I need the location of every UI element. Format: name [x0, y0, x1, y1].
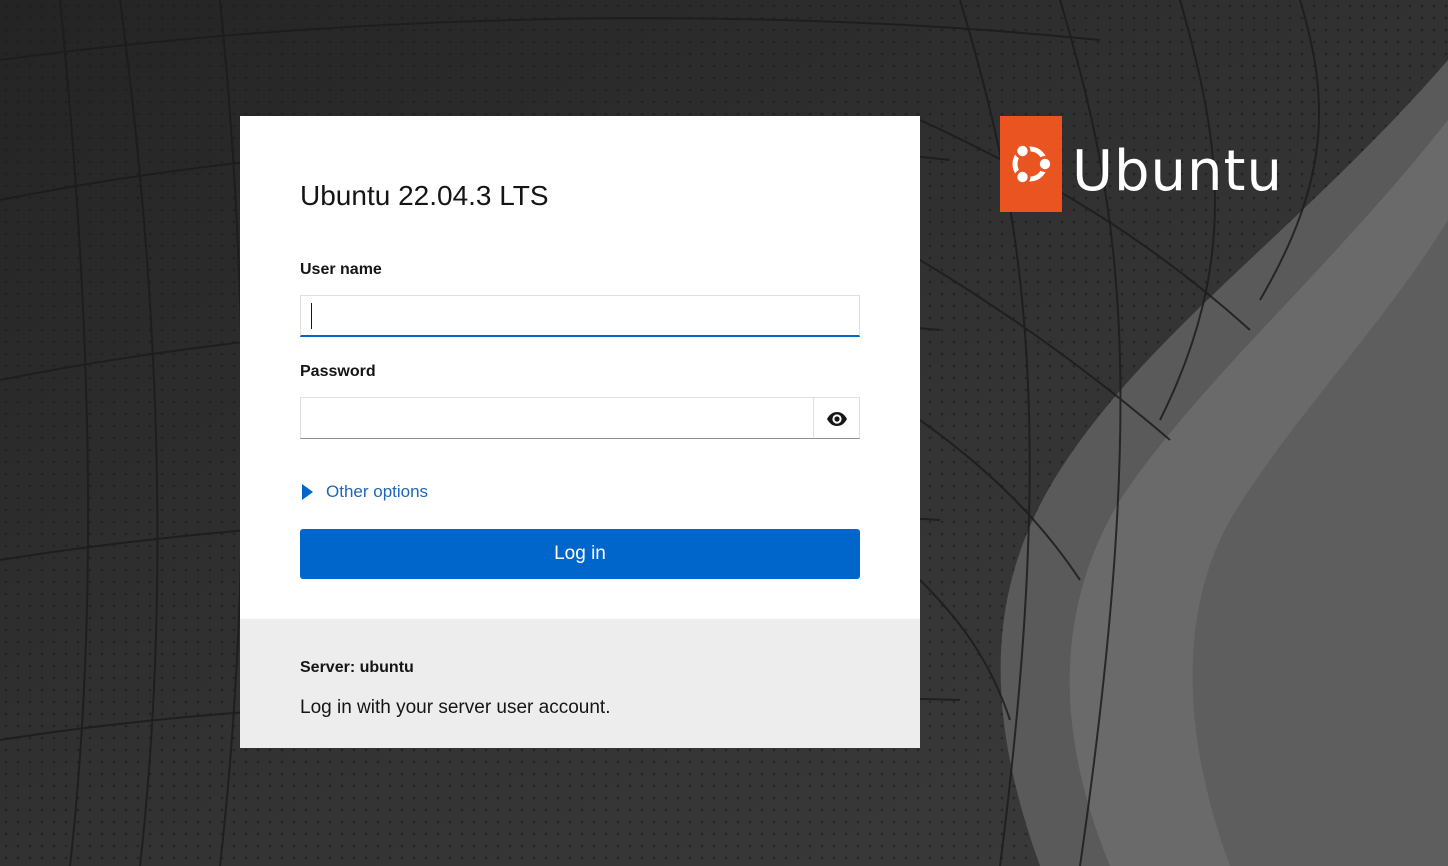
ubuntu-circle-of-friends-icon — [1012, 143, 1053, 185]
brand: Ubuntu — [1000, 116, 1283, 212]
caret-right-icon — [302, 484, 313, 500]
brand-name: Ubuntu — [1072, 139, 1283, 204]
ubuntu-logo — [1000, 116, 1062, 212]
password-field-group — [300, 397, 860, 439]
login-card: Ubuntu 22.04.3 LTS User name Password Ot… — [240, 116, 920, 748]
server-info: Server: ubuntu Log in with your server u… — [240, 619, 920, 748]
show-password-button[interactable] — [813, 397, 860, 439]
login-button[interactable]: Log in — [300, 529, 860, 579]
password-label: Password — [300, 363, 376, 380]
password-input[interactable] — [300, 397, 814, 439]
username-label: User name — [300, 261, 382, 278]
login-hint: Log in with your server user account. — [300, 697, 611, 718]
other-options-label: Other options — [326, 482, 429, 501]
text-cursor — [311, 303, 312, 329]
login-form: Ubuntu 22.04.3 LTS User name Password Ot… — [240, 116, 920, 619]
username-input[interactable] — [300, 295, 860, 337]
server-name: Server: ubuntu — [300, 659, 414, 676]
page-title: Ubuntu 22.04.3 LTS — [300, 180, 549, 211]
eye-icon — [827, 412, 847, 426]
